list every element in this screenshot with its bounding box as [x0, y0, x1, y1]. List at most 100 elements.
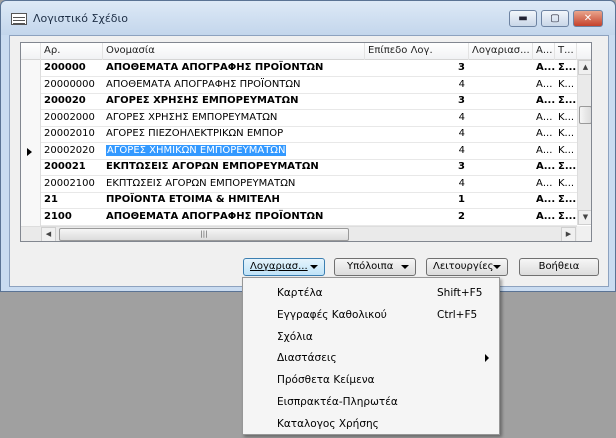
scroll-up-icon[interactable]: ▲ — [578, 60, 591, 75]
cell-col6[interactable]: Σ... — [555, 209, 577, 226]
cell-level[interactable]: 4 — [365, 77, 469, 94]
cell-no[interactable]: 20002100 — [41, 176, 103, 193]
cell-name[interactable]: ΑΠΟΘΕΜΑΤΑ ΑΠΟΓΡΑΦΗΣ ΠΡΟΪΟΝΤΩΝ — [103, 77, 365, 94]
cell-account[interactable] — [469, 176, 533, 193]
menu-item[interactable]: Διαστάσεις — [245, 347, 497, 369]
balances-button[interactable]: Υπόλοιπα — [334, 258, 416, 276]
row-selector[interactable] — [21, 142, 41, 160]
table-row[interactable]: 21 ΠΡΟΪΟΝΤΑ ΕΤΟΙΜΑ & ΗΜΙΤΕΛΗ 1 Α... Σ... — [21, 192, 577, 209]
header-level[interactable]: Επίπεδο Λογ. — [365, 43, 469, 60]
cell-col6[interactable]: Κ... — [555, 110, 577, 127]
cell-level[interactable]: 3 — [365, 60, 469, 77]
header-col5[interactable]: Α... — [533, 43, 555, 60]
horizontal-scrollbar[interactable]: ◀ ||| ▶ — [21, 226, 577, 241]
cell-col5[interactable]: Α... — [533, 159, 555, 176]
row-selector[interactable] — [21, 60, 41, 77]
cell-level[interactable]: 4 — [365, 110, 469, 127]
cell-no[interactable]: 2100 — [41, 209, 103, 226]
table-row[interactable]: 2100 ΑΠΟΘΕΜΑΤΑ ΑΠΟΓΡΑΦΗΣ ΠΡΟΪΟΝΤΩΝ 2 Α... Σ.… — [21, 208, 577, 226]
menu-item[interactable]: Εγγραφές Καθολικού Ctrl+F5 — [245, 304, 497, 326]
cell-account[interactable] — [469, 110, 533, 127]
cell-no[interactable]: 20000000 — [41, 77, 103, 94]
table-row[interactable]: 20000000 ΑΠΟΘΕΜΑΤΑ ΑΠΟΓΡΑΦΗΣ ΠΡΟΪΟΝΤΩΝ 4 Α.… — [21, 76, 577, 94]
menu-item[interactable]: Καταλογος Χρήσης — [245, 413, 497, 435]
cell-col5[interactable]: Α... — [533, 143, 555, 160]
cell-col5[interactable]: Α... — [533, 93, 555, 110]
cell-col5[interactable]: Α... — [533, 209, 555, 226]
cell-col5[interactable]: Α... — [533, 192, 555, 209]
row-selector[interactable] — [21, 159, 41, 176]
cell-no[interactable]: 20002020 — [41, 143, 103, 160]
cell-name[interactable]: ΑΓΟΡΕΣ ΧΗΜΙΚΩΝ ΕΜΠΟΡΕΥΜΑΤΩΝ — [103, 143, 365, 160]
table-row[interactable]: 200000 ΑΠΟΘΕΜΑΤΑ ΑΠΟΓΡΑΦΗΣ ΠΡΟΪΟΝΤΩΝ 3 Α...… — [21, 60, 577, 77]
cell-account[interactable] — [469, 60, 533, 77]
vertical-scroll-thumb[interactable] — [579, 106, 591, 124]
cell-col6[interactable]: Σ... — [555, 60, 577, 77]
cell-account[interactable] — [469, 192, 533, 209]
cell-name[interactable]: ΠΡΟΪΟΝΤΑ ΕΤΟΙΜΑ & ΗΜΙΤΕΛΗ — [103, 192, 365, 209]
row-selector[interactable] — [21, 208, 41, 226]
scroll-down-icon[interactable]: ▼ — [578, 210, 591, 225]
row-selector[interactable] — [21, 126, 41, 143]
cell-name[interactable]: ΑΠΟΘΕΜΑΤΑ ΑΠΟΓΡΑΦΗΣ ΠΡΟΪΟΝΤΩΝ — [103, 209, 365, 226]
table-row[interactable]: 20002100 ΕΚΠΤΩΣΕΙΣ ΑΓΟΡΩΝ ΕΜΠΟΡΕΥΜΑΤΩΝ 4 Α.… — [21, 175, 577, 193]
accounts-grid[interactable]: Αρ. Ονομασία Επίπεδο Λογ. Λογαριασ... Α.… — [20, 42, 592, 242]
header-account[interactable]: Λογαριασ... — [469, 43, 533, 60]
cell-level[interactable]: 4 — [365, 176, 469, 193]
vertical-scrollbar[interactable]: ▲ ▼ — [577, 60, 591, 225]
cell-no[interactable]: 20002000 — [41, 110, 103, 127]
cell-col6[interactable]: Κ... — [555, 77, 577, 94]
cell-col6[interactable]: Κ... — [555, 126, 577, 143]
menu-item[interactable]: Καρτέλα Shift+F5 — [245, 282, 497, 304]
row-selector[interactable] — [21, 76, 41, 94]
cell-name[interactable]: ΑΓΟΡΕΣ ΧΡΗΣΗΣ ΕΜΠΟΡΕΥΜΑΤΩΝ — [103, 93, 365, 110]
functions-button[interactable]: Λειτουργίες — [426, 258, 508, 276]
table-row[interactable]: 200020 ΑΓΟΡΕΣ ΧΡΗΣΗΣ ΕΜΠΟΡΕΥΜΑΤΩΝ 3 Α... Σ..… — [21, 93, 577, 110]
cell-level[interactable]: 3 — [365, 93, 469, 110]
horizontal-scroll-thumb[interactable]: ||| — [59, 228, 349, 241]
cell-name[interactable]: ΑΓΟΡΕΣ ΠΙΕΖΟΗΛΕΚΤΡΙΚΩΝ ΕΜΠΟΡ — [103, 126, 365, 143]
cell-col6[interactable]: Σ... — [555, 192, 577, 209]
menu-item[interactable]: Εισπρακτέα-Πληρωτέα — [245, 391, 497, 413]
cell-account[interactable] — [469, 77, 533, 94]
cell-col6[interactable]: Κ... — [555, 143, 577, 160]
menu-item[interactable]: Σχόλια — [245, 326, 497, 348]
cell-name[interactable]: ΕΚΠΤΩΣΕΙΣ ΑΓΟΡΩΝ ΕΜΠΟΡΕΥΜΑΤΩΝ — [103, 159, 365, 176]
cell-account[interactable] — [469, 126, 533, 143]
cell-level[interactable]: 4 — [365, 143, 469, 160]
cell-col5[interactable]: Α... — [533, 60, 555, 77]
cell-no[interactable]: 20002010 — [41, 126, 103, 143]
cell-no[interactable]: 200020 — [41, 93, 103, 110]
cell-level[interactable]: 2 — [365, 209, 469, 226]
cell-col5[interactable]: Α... — [533, 110, 555, 127]
table-row[interactable]: 20002020 ΑΓΟΡΕΣ ΧΗΜΙΚΩΝ ΕΜΠΟΡΕΥΜΑΤΩΝ 4 Α...… — [21, 142, 577, 160]
close-button[interactable]: ✕ — [573, 10, 603, 27]
scroll-right-icon[interactable]: ▶ — [561, 227, 576, 241]
cell-level[interactable]: 4 — [365, 126, 469, 143]
table-row[interactable]: 20002010 ΑΓΟΡΕΣ ΠΙΕΖΟΗΛΕΚΤΡΙΚΩΝ ΕΜΠΟΡ 4 Α..… — [21, 126, 577, 143]
cell-account[interactable] — [469, 93, 533, 110]
table-row[interactable]: 200021 ΕΚΠΤΩΣΕΙΣ ΑΓΟΡΩΝ ΕΜΠΟΡΕΥΜΑΤΩΝ 3 Α...… — [21, 159, 577, 176]
title-bar[interactable]: Λογιστικό Σχέδιο ▬ ▢ ✕ — [1, 1, 615, 35]
menu-item[interactable]: Πρόσθετα Κείμενα — [245, 369, 497, 391]
accounts-menu-button[interactable]: Λογαριασ... — [243, 258, 325, 276]
cell-name[interactable]: ΑΠΟΘΕΜΑΤΑ ΑΠΟΓΡΑΦΗΣ ΠΡΟΪΟΝΤΩΝ — [103, 60, 365, 77]
scroll-left-icon[interactable]: ◀ — [41, 227, 56, 241]
header-name[interactable]: Ονομασία — [103, 43, 365, 60]
cell-name[interactable]: ΑΓΟΡΕΣ ΧΡΗΣΗΣ ΕΜΠΟΡΕΥΜΑΤΩΝ — [103, 110, 365, 127]
maximize-button[interactable]: ▢ — [541, 10, 569, 27]
cell-no[interactable]: 21 — [41, 192, 103, 209]
help-button[interactable]: Βοήθεια — [519, 258, 599, 276]
row-selector[interactable] — [21, 192, 41, 209]
cell-col5[interactable]: Α... — [533, 126, 555, 143]
cell-col6[interactable]: Σ... — [555, 159, 577, 176]
cell-no[interactable]: 200000 — [41, 60, 103, 77]
cell-col6[interactable]: Σ... — [555, 93, 577, 110]
minimize-button[interactable]: ▬ — [509, 10, 537, 27]
cell-name[interactable]: ΕΚΠΤΩΣΕΙΣ ΑΓΟΡΩΝ ΕΜΠΟΡΕΥΜΑΤΩΝ — [103, 176, 365, 193]
cell-level[interactable]: 3 — [365, 159, 469, 176]
row-selector[interactable] — [21, 93, 41, 110]
table-row[interactable]: 20002000 ΑΓΟΡΕΣ ΧΡΗΣΗΣ ΕΜΠΟΡΕΥΜΑΤΩΝ 4 Α... Κ… — [21, 109, 577, 127]
cell-account[interactable] — [469, 159, 533, 176]
cell-col5[interactable]: Α... — [533, 176, 555, 193]
